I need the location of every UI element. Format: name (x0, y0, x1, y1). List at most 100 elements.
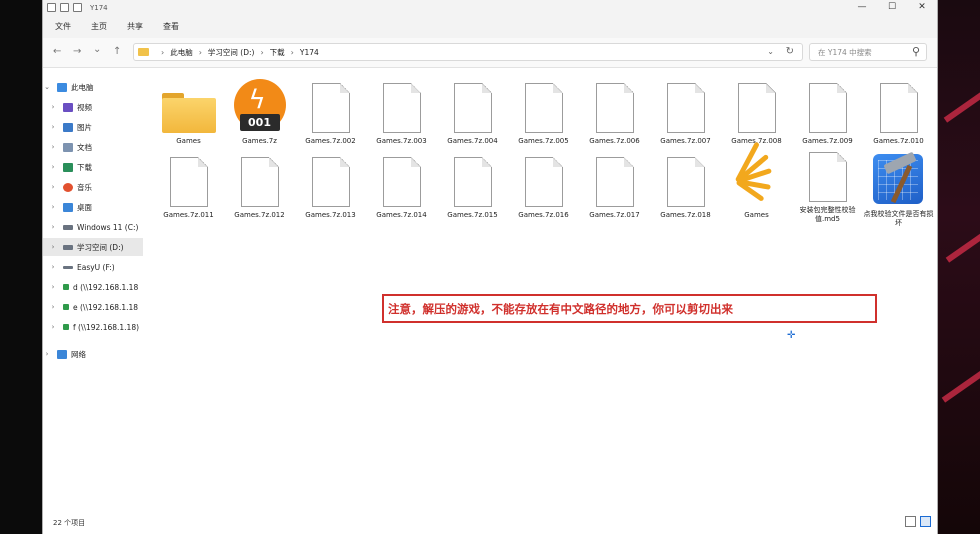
minimize-button[interactable]: — (847, 0, 877, 14)
navigation-pane: ⌄ 此电脑 › 视频 › 图片 › 文档 › 下载 › 音乐 › 桌面 › Wi… (43, 70, 143, 510)
up-button[interactable]: ↑ (113, 46, 121, 57)
file-item[interactable]: Games.7z.015 (437, 152, 508, 222)
large-icons-view-icon[interactable] (920, 516, 931, 527)
chevron-right-icon[interactable]: › (49, 103, 57, 111)
file-name: 安装包完整性校验值.md5 (799, 206, 856, 223)
sidebar-item-desktop[interactable]: › 桌面 (43, 198, 143, 216)
sidebar-item-network-drive-e[interactable]: › e (\\192.168.1.18 (43, 298, 143, 316)
navigation-bar: ← → ⌄ ↑ › 此电脑 › 学习空间 (D:) › 下载 › Y174 ⌄ … (43, 38, 937, 68)
file-item[interactable]: Games.7z.002 (295, 78, 366, 148)
tab-home[interactable]: 主页 (91, 21, 107, 32)
game-shortcut-icon (734, 141, 780, 207)
file-item[interactable]: 安装包完整性校验值.md5 (792, 152, 863, 223)
back-button[interactable]: ← (53, 46, 61, 57)
address-bar[interactable]: › 此电脑 › 学习空间 (D:) › 下载 › Y174 ⌄ ↻ (133, 43, 803, 61)
sidebar-item-network-drive-d[interactable]: › d (\\192.168.1.18 (43, 278, 143, 296)
file-name: Games.7z.017 (589, 211, 640, 219)
chevron-down-icon[interactable]: ⌄ (43, 83, 51, 91)
chevron-right-icon[interactable]: › (49, 123, 57, 131)
file-item[interactable]: Games.7z.003 (366, 78, 437, 148)
sidebar-item-label: e (\\192.168.1.18 (73, 302, 139, 312)
file-item[interactable]: Games.7z.014 (366, 152, 437, 222)
file-item[interactable]: Games.7z.010 (863, 78, 934, 148)
chevron-right-icon[interactable]: › (49, 183, 57, 191)
desktop-wallpaper-stripe (941, 363, 980, 403)
chevron-right-icon[interactable]: › (43, 350, 51, 358)
sidebar-item-drive-f[interactable]: › EasyU (F:) (43, 258, 143, 276)
breadcrumb-drive-d[interactable]: 学习空间 (D:) (208, 47, 255, 58)
sidebar-item-network-drive-f[interactable]: › f (\\192.168.1.18) (43, 318, 143, 336)
file-name: 点我校验文件是否有损坏 (863, 210, 934, 227)
chevron-down-icon[interactable]: ⌄ (767, 47, 774, 56)
file-item[interactable]: Games.7z.013 (295, 152, 366, 222)
file-item[interactable]: Games.7z.018 (650, 152, 721, 222)
file-item[interactable]: Games.7z.004 (437, 78, 508, 148)
drive-icon (63, 244, 73, 250)
file-explorer-window: Y174 — ☐ ✕ 文件 主页 共享 查看 ← → ⌄ ↑ › 此电脑 › 学… (42, 0, 938, 534)
ribbon-tabs: 文件 主页 共享 查看 (55, 21, 179, 32)
breadcrumb-downloads[interactable]: 下载 (270, 47, 285, 58)
file-item[interactable]: Games.7z.008 (721, 78, 792, 148)
quick-access-toolbar: Y174 (47, 3, 108, 12)
sidebar-item-drive-c[interactable]: › Windows 11 (C:) (43, 218, 143, 236)
chevron-right-icon[interactable]: › (49, 323, 57, 331)
forward-button[interactable]: → (73, 46, 81, 57)
sidebar-item-pictures[interactable]: › 图片 (43, 118, 143, 136)
sidebar-item-documents[interactable]: › 文档 (43, 138, 143, 156)
sidebar-item-network[interactable]: › 网络 (43, 345, 143, 363)
chevron-right-icon[interactable]: › (49, 283, 57, 291)
tab-share[interactable]: 共享 (127, 21, 143, 32)
close-button[interactable]: ✕ (907, 0, 937, 14)
blank-file-icon (311, 83, 350, 133)
recent-locations-button[interactable]: ⌄ (93, 44, 101, 55)
file-name: Games.7z.014 (376, 211, 427, 219)
chevron-right-icon[interactable]: › (49, 263, 57, 271)
sidebar-item-drive-d[interactable]: › 学习空间 (D:) (43, 238, 143, 256)
file-name: Games.7z.018 (660, 211, 711, 219)
document-icon (63, 142, 73, 152)
blank-file-icon (382, 83, 421, 133)
details-view-icon[interactable] (905, 516, 916, 527)
blank-file-icon (595, 157, 634, 207)
file-item[interactable]: Games.7z.006 (579, 78, 650, 148)
new-folder-icon[interactable] (73, 3, 82, 12)
chevron-right-icon[interactable]: › (49, 243, 57, 251)
file-item[interactable]: Games (721, 141, 792, 222)
file-item[interactable]: 点我校验文件是否有损坏 (863, 151, 934, 227)
breadcrumb: › 此电脑 › 学习空间 (D:) › 下载 › Y174 (155, 47, 319, 58)
file-item[interactable]: Games.7z.011 (153, 152, 224, 222)
folder-icon[interactable] (47, 3, 56, 12)
refresh-icon[interactable]: ↻ (786, 46, 794, 57)
file-name: Games.7z.004 (447, 137, 498, 145)
file-item[interactable]: Games.7z.009 (792, 78, 863, 148)
file-item[interactable]: Games.7z.005 (508, 78, 579, 148)
chevron-right-icon[interactable]: › (49, 163, 57, 171)
chevron-right-icon[interactable]: › (49, 203, 57, 211)
sidebar-item-this-pc[interactable]: ⌄ 此电脑 (43, 78, 143, 96)
maximize-button[interactable]: ☐ (877, 0, 907, 14)
chevron-right-icon[interactable]: › (49, 303, 57, 311)
sidebar-item-label: 视频 (77, 102, 92, 112)
blank-file-icon (453, 157, 492, 207)
file-item[interactable]: Games.7z.017 (579, 152, 650, 222)
breadcrumb-y174[interactable]: Y174 (300, 48, 319, 57)
properties-icon[interactable] (60, 3, 69, 12)
chevron-right-icon: › (198, 47, 202, 57)
item-count: 22 个项目 (53, 519, 86, 527)
tab-file[interactable]: 文件 (55, 21, 71, 32)
sidebar-item-label: 文档 (77, 142, 92, 152)
sidebar-item-music[interactable]: › 音乐 (43, 178, 143, 196)
sidebar-item-videos[interactable]: › 视频 (43, 98, 143, 116)
search-input[interactable]: 在 Y174 中搜索 ⚲ (809, 43, 927, 61)
file-item[interactable]: Games.7z.016 (508, 152, 579, 222)
breadcrumb-this-pc[interactable]: 此电脑 (170, 47, 193, 58)
chevron-right-icon: › (260, 47, 264, 57)
file-item[interactable]: ϟ 001 Games.7z (224, 78, 295, 148)
file-item[interactable]: Games (153, 78, 224, 148)
file-item[interactable]: Games.7z.012 (224, 152, 295, 222)
chevron-right-icon[interactable]: › (49, 223, 57, 231)
file-item[interactable]: Games.7z.007 (650, 78, 721, 148)
tab-view[interactable]: 查看 (163, 21, 179, 32)
sidebar-item-downloads[interactable]: › 下载 (43, 158, 143, 176)
chevron-right-icon[interactable]: › (49, 143, 57, 151)
